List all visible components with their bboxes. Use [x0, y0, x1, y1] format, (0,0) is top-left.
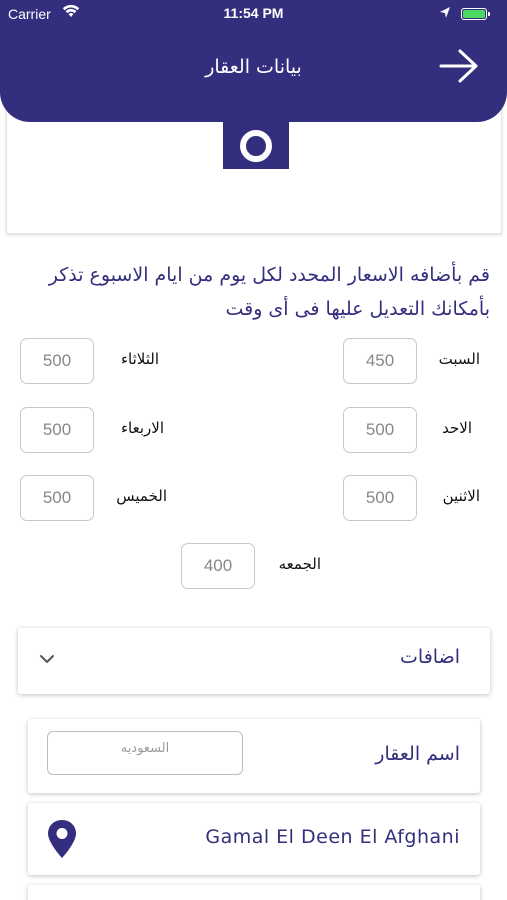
- extras-label: اضافات: [400, 646, 460, 668]
- location-arrow-icon: [440, 7, 450, 18]
- extras-dropdown[interactable]: اضافات: [18, 628, 490, 694]
- label-monday: الاثنين: [442, 487, 480, 505]
- app-header: Carrier 11:54 PM بيانات العقار: [0, 0, 507, 122]
- label-thursday: الخميس: [116, 487, 167, 505]
- map-pin-icon: [48, 820, 76, 858]
- price-input-wednesday[interactable]: 500: [20, 407, 94, 453]
- status-bar: Carrier 11:54 PM: [0, 0, 507, 28]
- location-address: Gamal El Deen El Afghani: [205, 826, 460, 848]
- property-name-card: اسم العقار السعوديه: [28, 719, 480, 793]
- property-name-input[interactable]: السعوديه: [47, 731, 243, 775]
- status-time: 11:54 PM: [223, 5, 284, 21]
- battery-icon: [461, 8, 490, 20]
- page-title: بيانات العقار: [205, 56, 302, 78]
- next-field-card: [28, 885, 480, 900]
- label-saturday: السبت: [438, 350, 480, 368]
- price-input-sunday[interactable]: 500: [343, 407, 417, 453]
- label-sunday: الاحد: [442, 419, 472, 437]
- label-wednesday: الاربعاء: [120, 419, 164, 437]
- pricing-instructions: قم بأضافه الاسعار المحدد لكل يوم من ايام…: [48, 264, 490, 320]
- arrow-right-icon: [439, 49, 478, 83]
- chevron-down-icon: [40, 655, 54, 663]
- property-name-label: اسم العقار: [375, 743, 460, 765]
- back-button[interactable]: [436, 46, 482, 86]
- location-card[interactable]: Gamal El Deen El Afghani: [28, 803, 480, 875]
- label-friday: الجمعه: [278, 555, 321, 573]
- price-input-tuesday[interactable]: 500: [20, 338, 94, 384]
- price-input-friday[interactable]: 400: [181, 543, 255, 589]
- price-input-monday[interactable]: 500: [343, 475, 417, 521]
- label-tuesday: الثلاثاء: [120, 350, 159, 368]
- price-input-thursday[interactable]: 500: [20, 475, 94, 521]
- price-input-saturday[interactable]: 450: [343, 338, 417, 384]
